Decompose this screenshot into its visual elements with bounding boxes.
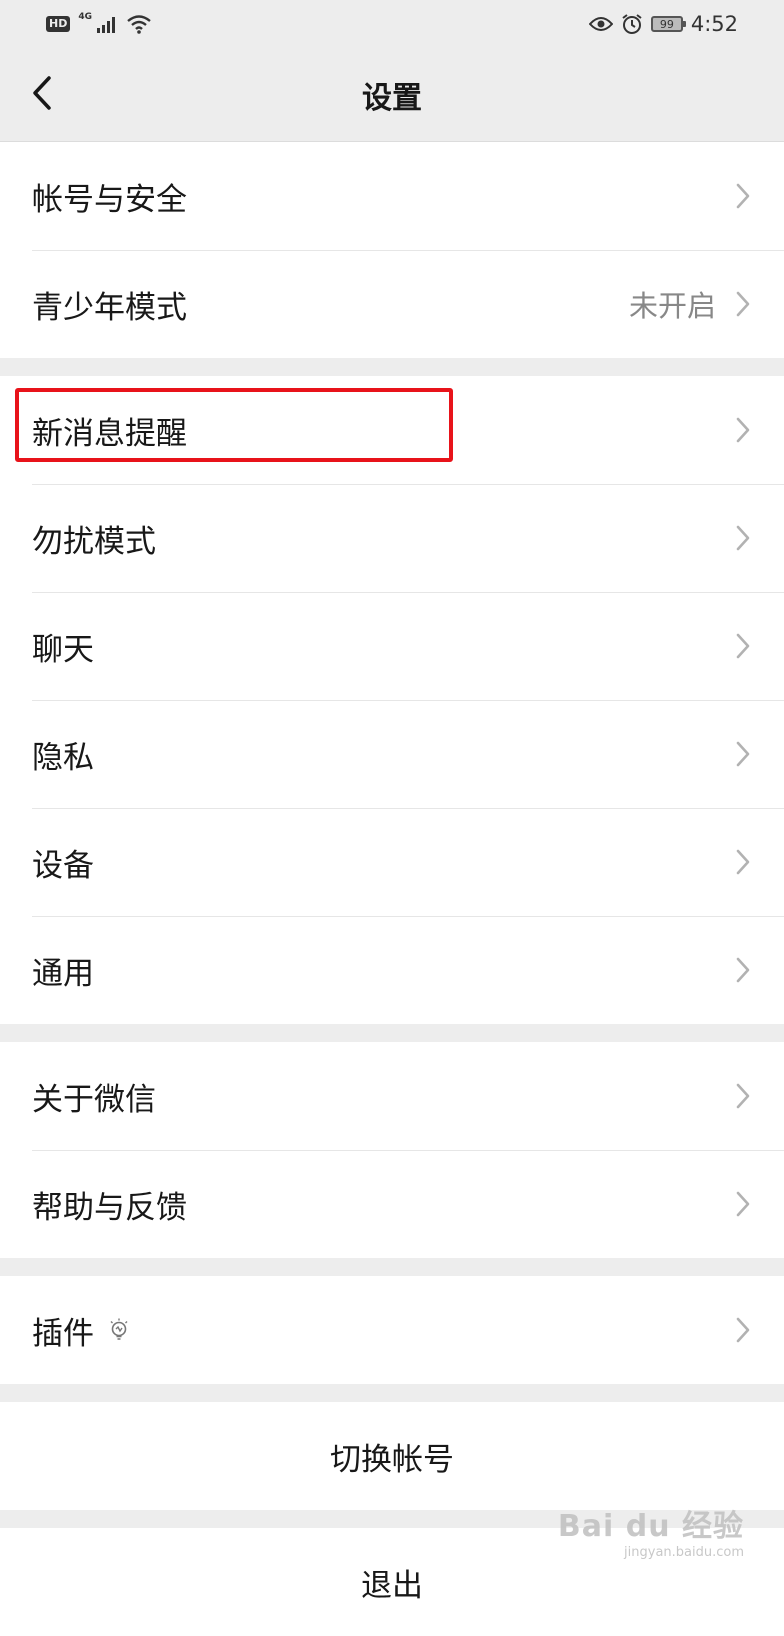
chevron-right-icon <box>736 741 750 767</box>
network-type: 4G <box>78 12 92 22</box>
watermark: Bai du 经验 jingyan.baidu.com <box>558 1501 744 1560</box>
settings-item-label: 设备 <box>32 847 94 884</box>
chevron-right-icon <box>736 525 750 551</box>
settings-item-chat[interactable]: 聊天 <box>0 592 784 700</box>
hd-icon: HD <box>46 16 71 32</box>
settings-item-do-not-disturb[interactable]: 勿扰模式 <box>0 484 784 592</box>
nav-bar: 设置 <box>0 48 784 142</box>
back-button[interactable] <box>22 68 62 118</box>
group-separator <box>0 358 784 376</box>
watermark-url: jingyan.baidu.com <box>624 1545 744 1560</box>
settings-group-general: 新消息提醒 勿扰模式 聊天 隐私 设备 通用 <box>0 376 784 1024</box>
chevron-right-icon <box>736 1317 750 1343</box>
chevron-right-icon <box>736 957 750 983</box>
highlight-annotation <box>15 388 453 462</box>
settings-item-label: 关于微信 <box>32 1081 156 1118</box>
chevron-left-icon <box>33 76 51 110</box>
group-separator <box>0 1024 784 1042</box>
settings-item-label: 聊天 <box>32 631 94 668</box>
chevron-right-icon <box>736 1083 750 1109</box>
alarm-icon <box>622 14 642 34</box>
wifi-icon <box>127 15 151 34</box>
settings-item-teen-mode[interactable]: 青少年模式 未开启 <box>0 250 784 358</box>
settings-group-about: 关于微信 帮助与反馈 <box>0 1042 784 1258</box>
settings-item-account-security[interactable]: 帐号与安全 <box>0 142 784 250</box>
lightbulb-icon <box>110 1318 128 1340</box>
settings-item-label: 帮助与反馈 <box>32 1189 187 1226</box>
status-right: 99 4:52 <box>588 12 738 36</box>
settings-item-devices[interactable]: 设备 <box>0 808 784 916</box>
switch-account-button[interactable]: 切换帐号 <box>0 1402 784 1510</box>
settings-item-label: 青少年模式 <box>32 289 187 326</box>
settings-item-plugins[interactable]: 插件 <box>0 1276 784 1384</box>
settings-group-plugins: 插件 <box>0 1276 784 1384</box>
settings-item-general[interactable]: 通用 <box>0 916 784 1024</box>
settings-group-account: 帐号与安全 青少年模式 未开启 <box>0 142 784 358</box>
battery-icon: 99 <box>650 16 686 32</box>
settings-item-label: 隐私 <box>32 739 94 776</box>
settings-item-label-wrap: 插件 <box>32 1308 734 1353</box>
teen-mode-status: 未开启 <box>628 289 716 323</box>
settings-item-label: 勿扰模式 <box>32 523 156 560</box>
chevron-right-icon <box>736 183 750 209</box>
signal-icon <box>97 17 115 33</box>
group-separator <box>0 1384 784 1402</box>
settings-item-privacy[interactable]: 隐私 <box>0 700 784 808</box>
group-separator <box>0 1258 784 1276</box>
settings-item-label: 插件 <box>32 1315 94 1352</box>
watermark-logo: Bai du 经验 <box>557 1509 744 1544</box>
chevron-right-icon <box>736 633 750 659</box>
status-bar: HD 4G 99 4:52 <box>0 0 784 48</box>
settings-item-about[interactable]: 关于微信 <box>0 1042 784 1150</box>
settings-item-label: 帐号与安全 <box>32 181 187 218</box>
chevron-right-icon <box>736 417 750 443</box>
chevron-right-icon <box>736 1191 750 1217</box>
settings-item-label: 通用 <box>32 955 94 992</box>
page-title: 设置 <box>362 80 422 116</box>
chevron-right-icon <box>736 291 750 317</box>
clock: 4:52 <box>690 12 738 36</box>
status-left: HD 4G <box>46 12 152 34</box>
eye-icon <box>588 17 613 31</box>
chevron-right-icon <box>736 849 750 875</box>
settings-item-help-feedback[interactable]: 帮助与反馈 <box>0 1150 784 1258</box>
